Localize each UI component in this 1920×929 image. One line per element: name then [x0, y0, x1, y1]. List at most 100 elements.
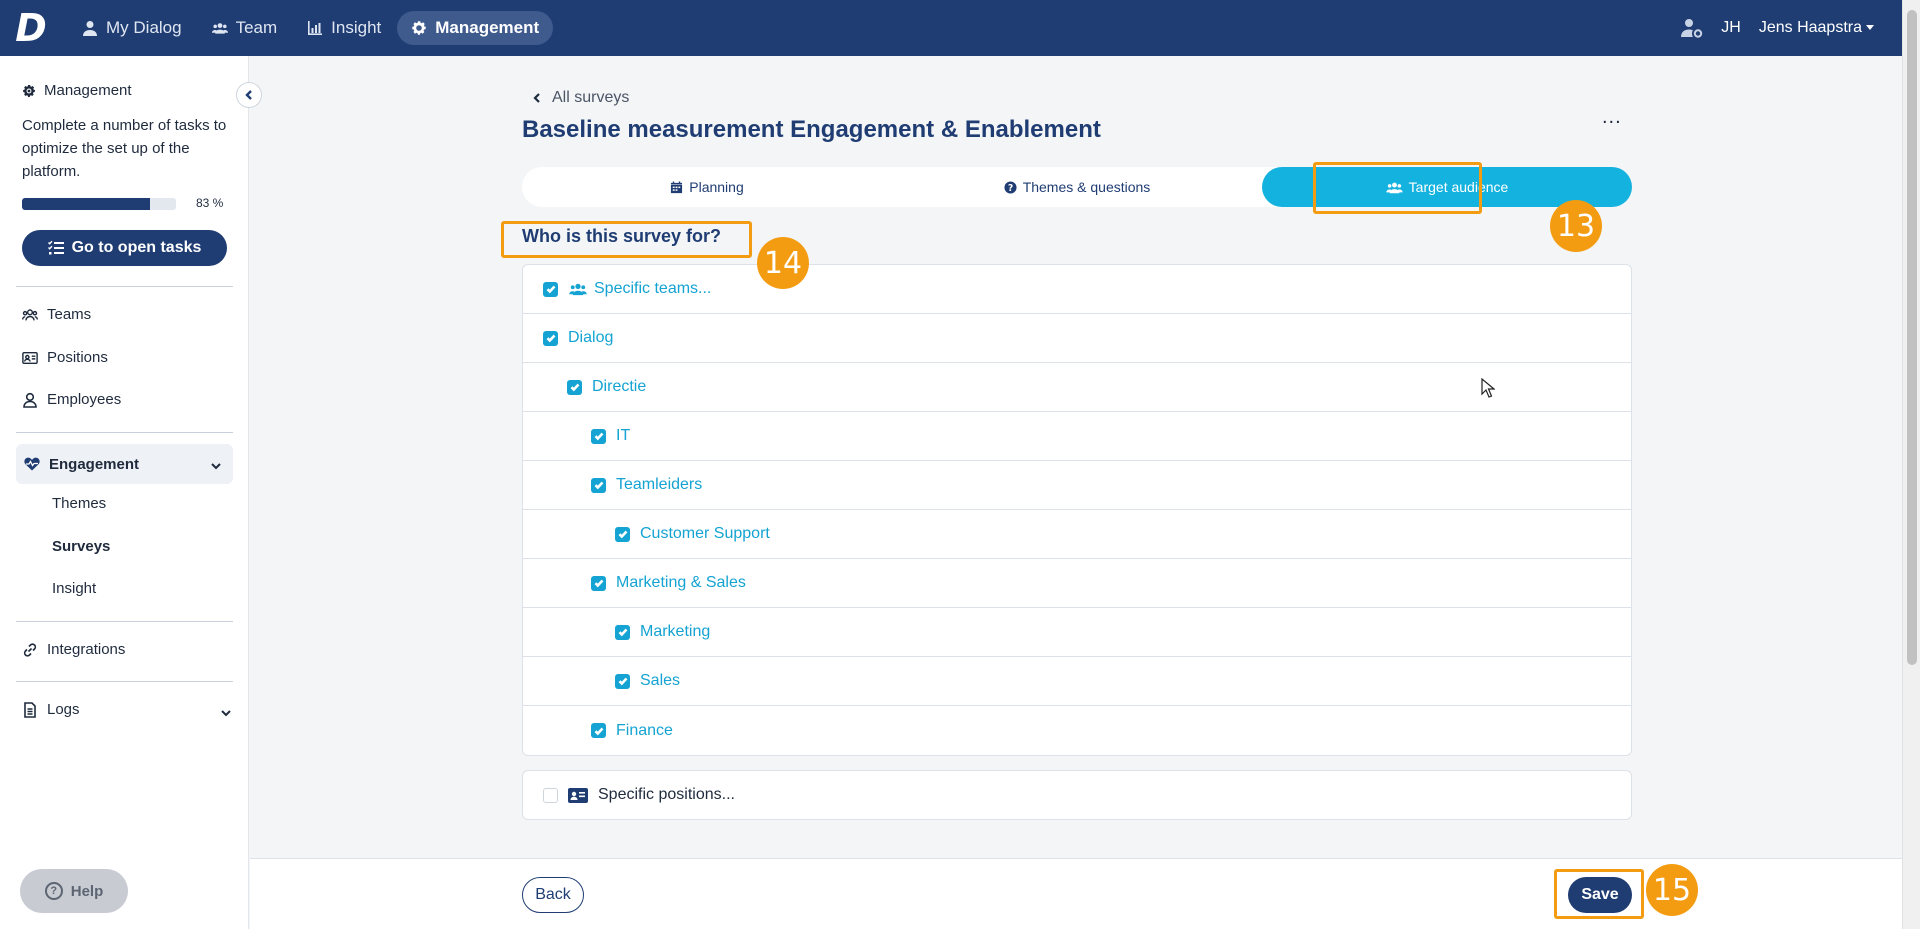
- gear-icon: [23, 84, 36, 97]
- tree-row[interactable]: Marketing & Sales: [523, 559, 1631, 608]
- nav-my-dialog[interactable]: My Dialog: [68, 11, 196, 45]
- sidebar-description: Complete a number of tasks to optimize t…: [22, 117, 227, 180]
- sidebar-item-integrations[interactable]: Integrations: [22, 641, 125, 658]
- scrollbar-thumb[interactable]: [1907, 10, 1917, 665]
- sidebar-item-positions[interactable]: Positions: [22, 349, 108, 366]
- chevron-left-icon: [533, 93, 540, 103]
- calendar-icon: [671, 180, 683, 193]
- tree-checkbox[interactable]: [591, 575, 606, 591]
- progress-fill: [22, 198, 150, 210]
- all-surveys-link[interactable]: All surveys: [532, 89, 629, 107]
- check-icon: [570, 383, 579, 392]
- tree-row[interactable]: Teamleiders: [523, 461, 1631, 510]
- nav-label: Management: [435, 18, 540, 37]
- nav-management[interactable]: Management: [397, 11, 554, 45]
- check-icon: [618, 628, 627, 637]
- tab-planning[interactable]: Planning: [522, 167, 892, 207]
- logo-letter: D: [15, 6, 47, 50]
- help-button[interactable]: ? Help: [20, 869, 128, 913]
- tree-label: Finance: [616, 721, 673, 739]
- user-menu[interactable]: Jens Haapstra: [1759, 19, 1874, 37]
- nav-team[interactable]: Team: [198, 11, 292, 45]
- check-icon: [594, 727, 603, 735]
- tree-label: Dialog: [568, 329, 614, 346]
- tab-label: Planning: [689, 179, 744, 195]
- tree-row[interactable]: Specific teams...: [523, 265, 1631, 314]
- check-icon: [594, 481, 603, 490]
- users-icon: [569, 283, 587, 296]
- sidebar-item-logs[interactable]: Logs: [22, 701, 231, 718]
- mouse-cursor-icon: [1481, 378, 1495, 398]
- tree-checkbox[interactable]: [615, 673, 630, 689]
- sidebar-item-label: Employees: [47, 391, 122, 408]
- users-icon: [211, 23, 228, 34]
- id-card-icon: [568, 787, 588, 803]
- tree-row[interactable]: Dialog: [523, 314, 1631, 363]
- tree-row[interactable]: Finance: [523, 706, 1631, 755]
- tree-row[interactable]: Directie: [523, 363, 1631, 412]
- sidebar-subitem-surveys[interactable]: Surveys: [52, 538, 110, 555]
- team-tree: Specific teams... Dialog Directie IT Teamlei…: [522, 264, 1632, 756]
- sidebar-item-teams[interactable]: Teams: [22, 306, 91, 323]
- tree-label: Directie: [592, 378, 647, 395]
- sidebar-subitem-insight[interactable]: Insight: [52, 580, 96, 597]
- caret-down-icon: [1866, 25, 1874, 31]
- save-button[interactable]: Save: [1568, 877, 1632, 913]
- sidebar-group-engagement[interactable]: Engagement: [16, 444, 233, 484]
- tree-checkbox[interactable]: [615, 624, 630, 640]
- tree-checkbox[interactable]: [591, 477, 606, 493]
- tasks-progress-bar: [22, 198, 176, 210]
- tree-row[interactable]: Customer Support: [523, 510, 1631, 559]
- tree-checkbox[interactable]: [543, 281, 558, 297]
- file-icon: [24, 701, 36, 718]
- back-button[interactable]: Back: [522, 877, 584, 913]
- progress-label: 83 %: [196, 196, 224, 210]
- tree-checkbox[interactable]: [591, 428, 606, 444]
- page-scrollbar[interactable]: [1902, 0, 1920, 929]
- tree-checkbox[interactable]: [567, 379, 582, 395]
- id-card-icon: [22, 351, 38, 364]
- svg-text:?: ?: [1008, 182, 1013, 193]
- chevron-left-icon: [245, 90, 252, 100]
- dialog-logo[interactable]: D: [8, 0, 54, 56]
- tab-themes-questions[interactable]: ? Themes & questions: [892, 167, 1262, 207]
- tree-label: Specific teams...: [594, 280, 712, 297]
- tab-label: Target audience: [1408, 179, 1509, 195]
- tree-label: Marketing & Sales: [616, 574, 746, 591]
- teams-icon: [22, 308, 38, 320]
- collapse-sidebar-button[interactable]: [236, 82, 262, 108]
- sidebar-divider: [16, 432, 233, 433]
- annotation-badge-15: 15: [1646, 864, 1698, 916]
- tree-checkbox[interactable]: [615, 526, 630, 542]
- help-label: Help: [70, 882, 104, 900]
- check-icon: [618, 530, 627, 539]
- question-circle-icon: ?: [1004, 180, 1017, 193]
- annotation-badge-13: 13: [1550, 200, 1602, 252]
- check-icon: [594, 579, 603, 588]
- nav-label: My Dialog: [106, 18, 182, 37]
- tree-row[interactable]: Marketing: [523, 608, 1631, 657]
- chevron-down-icon: [211, 458, 221, 470]
- sidebar-group-label: Engagement: [49, 455, 140, 473]
- tree-checkbox[interactable]: [591, 723, 606, 738]
- sidebar-item-label: Integrations: [47, 641, 126, 658]
- positions-checkbox[interactable]: [543, 787, 558, 803]
- user-initials: JH: [1721, 19, 1741, 36]
- tree-checkbox[interactable]: [543, 330, 558, 346]
- sidebar-item-label: Positions: [47, 349, 108, 366]
- question-circle-icon: ?: [44, 882, 63, 900]
- sidebar: Management Complete a number of tasks to…: [0, 56, 249, 929]
- tree-row[interactable]: IT: [523, 412, 1631, 461]
- specific-positions-option[interactable]: Specific positions...: [522, 770, 1632, 820]
- tree-row[interactable]: Sales: [523, 657, 1631, 706]
- user-settings-icon[interactable]: [1681, 17, 1703, 39]
- more-options-button[interactable]: ...: [1602, 106, 1622, 129]
- sidebar-item-employees[interactable]: Employees: [22, 391, 121, 408]
- sidebar-heading-label: Management: [44, 82, 132, 99]
- sidebar-divider: [16, 681, 233, 682]
- sidebar-subitem-themes[interactable]: Themes: [52, 495, 106, 512]
- go-to-open-tasks-button[interactable]: Go to open tasks: [22, 230, 227, 266]
- check-icon: [594, 432, 603, 441]
- tree-label: Teamleiders: [616, 476, 703, 493]
- nav-insight[interactable]: Insight: [293, 11, 395, 45]
